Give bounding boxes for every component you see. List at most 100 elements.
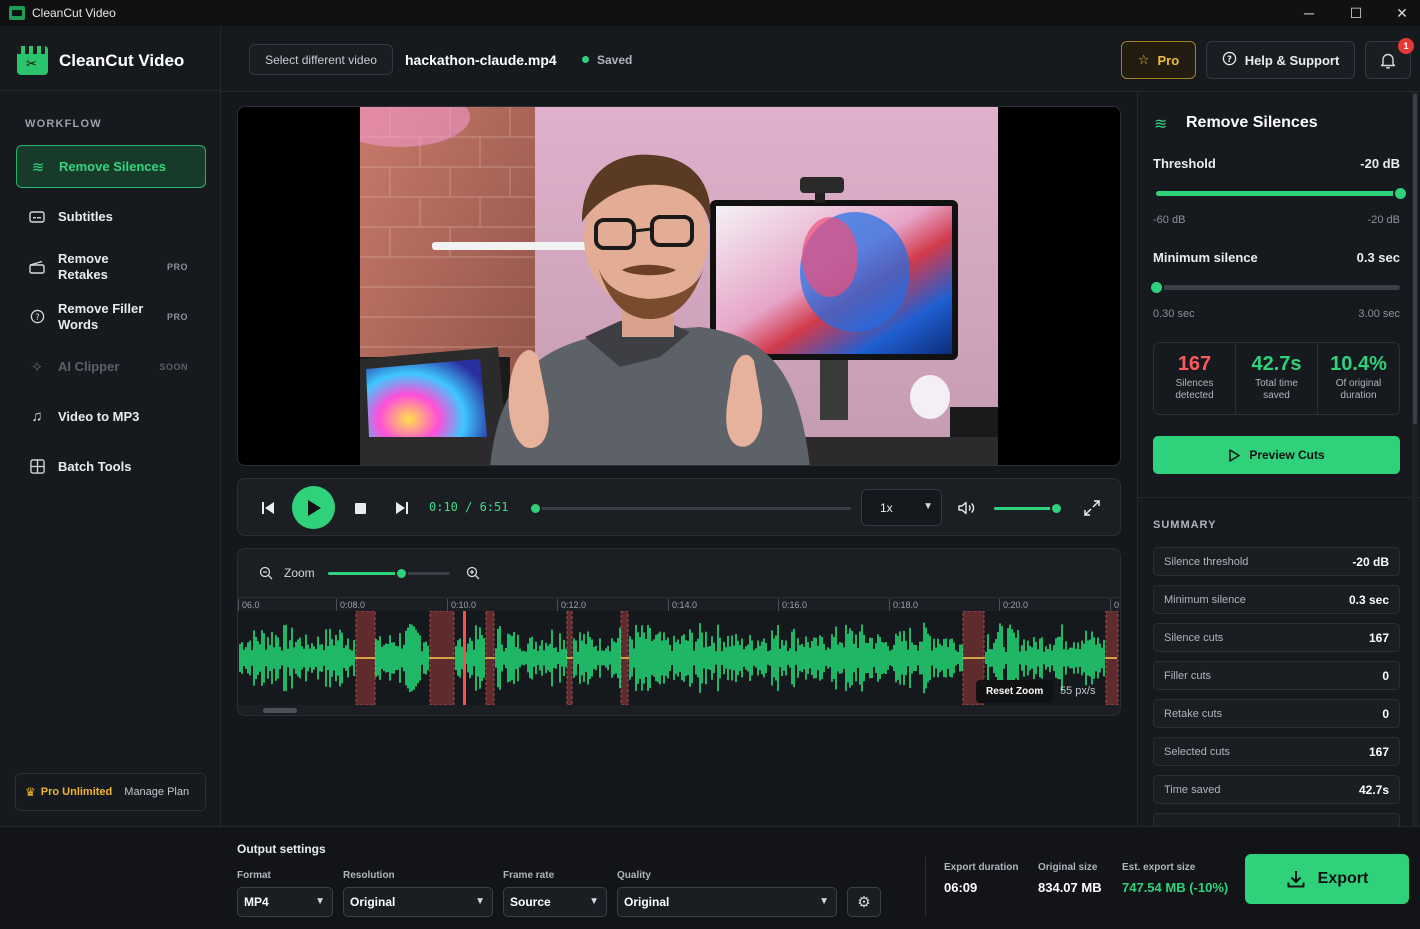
stat-caption: Of original duration (1335, 378, 1382, 401)
summary-key: Silence cuts (1164, 631, 1224, 644)
summary-row: Silence threshold -20 dB (1153, 547, 1400, 576)
pro-badge: PRO (166, 311, 188, 322)
sidebar-item-subtitles[interactable]: Subtitles (16, 195, 206, 238)
sidebar-item-remove-silences[interactable]: ≋ Remove Silences (16, 145, 206, 188)
divider (925, 857, 926, 917)
minimize-icon[interactable]: ─ (1286, 0, 1332, 26)
summary-key: Selected cuts (1164, 745, 1231, 758)
tick-label: 06.0 (238, 599, 260, 611)
sidebar-item-ai-clipper[interactable]: ✧ AI Clipper SOON (16, 345, 206, 388)
speed-value: 1x (880, 500, 893, 515)
seek-bar[interactable] (528, 502, 851, 515)
zoom-scale: 55 px/s (1060, 685, 1096, 697)
play-outline-icon (1229, 448, 1241, 462)
download-icon (1287, 871, 1305, 888)
volume-handle[interactable] (1050, 502, 1064, 515)
notification-badge: 1 (1398, 38, 1414, 54)
export-button[interactable]: Export (1245, 854, 1409, 904)
format-select[interactable]: MP4 ▼ (237, 887, 333, 917)
zoom-handle[interactable] (394, 567, 408, 580)
skip-back-icon[interactable] (258, 498, 278, 518)
sidebar-item-batch-tools[interactable]: Batch Tools (16, 445, 206, 488)
min-silence-handle[interactable] (1148, 280, 1164, 295)
playback-speed-select[interactable]: 1x ▼ (861, 489, 942, 526)
select-video-button[interactable]: Select different video (249, 44, 393, 75)
threshold-slider[interactable] (1156, 186, 1408, 201)
plan-name: Pro Unlimited (40, 786, 113, 798)
sidebar-item-remove-retakes[interactable]: Remove Retakes PRO (16, 245, 206, 288)
stat-value: 167 (1177, 353, 1212, 375)
seek-handle[interactable] (528, 502, 542, 515)
zoom-out-icon[interactable] (258, 565, 274, 581)
summary-value: 0 (1382, 706, 1389, 721)
frame-rate-select[interactable]: Source ▼ (503, 887, 607, 917)
close-icon[interactable]: ✕ (1379, 0, 1420, 26)
panel-title: Remove Silences (1186, 114, 1318, 131)
threshold-handle[interactable] (1392, 186, 1408, 201)
stat-percent: 10.4% Of original duration (1318, 343, 1399, 414)
panel-scrollbar[interactable] (1412, 92, 1418, 826)
pro-badge: PRO (166, 261, 188, 272)
crown-icon: ♛ (25, 785, 36, 799)
brand: CleanCut Video (17, 46, 184, 75)
advanced-settings-button[interactable]: ⚙ (847, 887, 881, 917)
frame-rate-value: Source (510, 895, 551, 909)
clapperboard-icon (28, 258, 46, 276)
est-size-label: Est. export size (1122, 862, 1196, 873)
tick-label: 0:20.0 (999, 599, 1028, 611)
tick-label: 0:08.0 (336, 599, 365, 611)
resolution-select[interactable]: Original ▼ (343, 887, 493, 917)
svg-text:?: ? (35, 312, 39, 322)
frame-rate-label: Frame rate (503, 870, 555, 881)
summary-row: Time saved 42.7s (1153, 775, 1400, 804)
sidebar-item-remove-filler-words[interactable]: ? Remove Filler Words PRO (16, 295, 206, 338)
summary-value: 167 (1368, 744, 1389, 759)
stat-silences: 167 Silences detected (1154, 343, 1236, 414)
output-settings-bar: Output settings Format MP4 ▼ Resolution … (0, 826, 1420, 929)
min-silence-max: 3.00 sec (1358, 308, 1400, 320)
video-frame-image (360, 107, 998, 465)
summary-row: Selected cuts 167 (1153, 737, 1400, 766)
reset-zoom-button[interactable]: Reset Zoom (976, 680, 1054, 703)
maximize-icon[interactable]: ☐ (1333, 0, 1379, 26)
zoom-in-icon[interactable] (465, 565, 481, 581)
manage-plan-link[interactable]: Manage Plan (124, 786, 189, 798)
stat-time-saved: 42.7s Total time saved (1236, 343, 1318, 414)
chevron-down-icon: ▼ (475, 896, 485, 907)
chevron-down-icon: ▼ (315, 896, 325, 907)
quality-select[interactable]: Original ▼ (617, 887, 837, 917)
timeline-scrollbar[interactable] (263, 708, 297, 713)
threshold-min: -60 dB (1153, 214, 1186, 226)
sidebar-item-video-to-mp3[interactable]: ♫ Video to MP3 (16, 395, 206, 438)
sidebar-item-label: Video to MP3 (58, 408, 140, 424)
zoom-slider[interactable] (328, 567, 450, 580)
summary-row-partial (1153, 813, 1400, 826)
scrollbar-thumb[interactable] (1413, 94, 1417, 424)
summary-value: 167 (1368, 630, 1389, 645)
quality-label: Quality (617, 870, 651, 881)
window-title: CleanCut Video (32, 6, 116, 20)
volume-slider[interactable] (994, 502, 1064, 515)
min-silence-slider[interactable] (1148, 280, 1400, 295)
stat-value: 10.4% (1330, 353, 1387, 375)
volume-icon[interactable] (956, 498, 978, 518)
tick-label: 0:18.0 (889, 599, 918, 611)
help-support-button[interactable]: ? Help & Support (1206, 41, 1355, 79)
gear-icon: ⚙ (857, 894, 871, 911)
tick-label: 0:16.0 (778, 599, 807, 611)
chevron-down-icon: ▼ (819, 896, 829, 907)
fullscreen-icon[interactable] (1081, 497, 1103, 519)
video-preview[interactable] (237, 106, 1121, 466)
divider (1138, 497, 1420, 498)
est-size-value: 747.54 MB (-10%) (1122, 880, 1229, 895)
export-label: Export (1317, 870, 1369, 887)
preview-cuts-button[interactable]: Preview Cuts (1153, 436, 1400, 474)
time-display: 0:10 / 6:51 (429, 500, 509, 514)
skip-forward-icon[interactable] (392, 498, 412, 518)
stop-icon[interactable] (351, 499, 369, 517)
pro-label: Pro (1157, 52, 1180, 68)
pro-button[interactable]: ☆ Pro (1121, 41, 1196, 79)
play-button[interactable] (292, 486, 335, 529)
top-header: Select different video hackathon-claude.… (221, 26, 1420, 92)
chevron-down-icon: ▼ (589, 896, 599, 907)
